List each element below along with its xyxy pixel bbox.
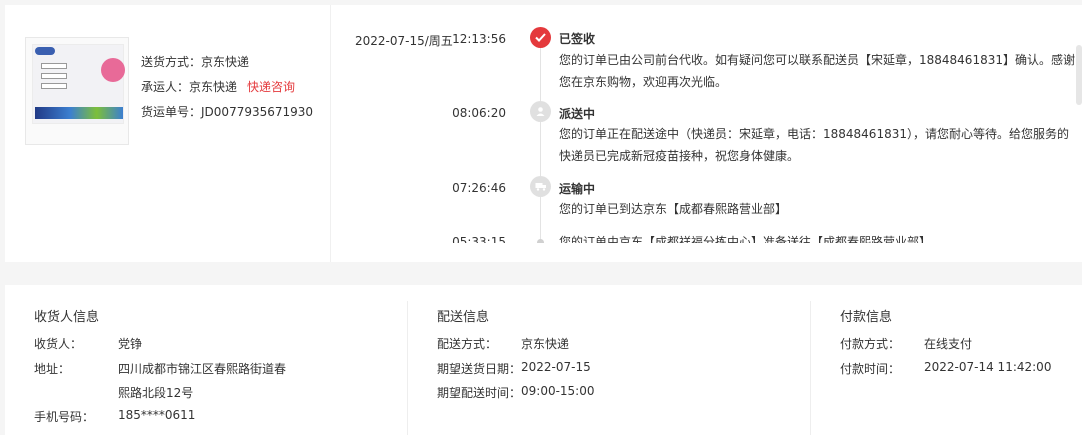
shipping-method-value: 京东快递: [201, 55, 250, 69]
payment-method-value: 在线支付: [924, 337, 973, 351]
delivery-title: 配送信息: [437, 310, 490, 325]
carrier-row: 承运人： 京东快递 快递咨询: [141, 75, 313, 100]
payment-time-value: 2022-07-14 11:42:00: [924, 360, 1052, 374]
delivery-method-row: 配送方式： 京东快递: [437, 335, 569, 352]
shipping-summary: 送货方式： 京东快递 承运人： 京东快递 快递咨询 货运单号： JD007793…: [141, 50, 313, 125]
product-package-image: [32, 44, 125, 124]
package-badge: [101, 58, 125, 82]
delivery-date-value: 2022-07-15: [521, 360, 591, 374]
courier-icon: [530, 101, 551, 122]
receiver-name-value: 党铮: [118, 337, 143, 351]
timeline-line: [540, 41, 541, 243]
event-title: 派送中: [559, 107, 596, 121]
receiver-address-line2: 熙路北段12号: [118, 386, 194, 400]
brand-logo: [35, 47, 55, 55]
carrier-value: 京东快递: [189, 80, 238, 94]
shipping-method-row: 送货方式： 京东快递: [141, 50, 313, 75]
receiver-address-line1: 四川成都市锦江区春熙路街道春: [118, 362, 287, 376]
event-description: 您的订单已到达京东【成都春熙路营业部】: [559, 202, 788, 216]
event-time: 08:06:20: [452, 106, 506, 120]
event-description: 您的订单已由公司前台代收。如有疑问您可以联系配送员【宋延章，1884846183…: [559, 53, 1075, 89]
payment-time-label: 付款时间：: [840, 362, 901, 376]
receiver-phone-row: 手机号码： 185****0611: [34, 408, 195, 425]
payment-method-row: 付款方式： 在线支付: [840, 335, 972, 352]
package-band: [35, 107, 123, 119]
event-time: 12:13:56: [452, 32, 506, 46]
package-label: [41, 73, 67, 79]
delivery-section: 配送信息 配送方式： 京东快递 期望送货日期： 2022-07-15 期望配送时…: [437, 285, 807, 435]
payment-section: 付款信息 付款方式： 在线支付 付款时间： 2022-07-14 11:42:0…: [840, 285, 1080, 435]
dot-icon: [537, 239, 544, 243]
event-description: 您的订单正在配送途中（快递员：宋延章，电话：18848461831），请您耐心等…: [559, 127, 1069, 163]
package-label: [41, 83, 67, 89]
truck-icon: [530, 176, 551, 197]
receiver-name-label: 收货人：: [34, 337, 83, 351]
tracking-row: 货运单号： JD0077935671930: [141, 100, 313, 125]
payment-time-row: 付款时间： 2022-07-14 11:42:00: [840, 360, 1051, 377]
receiver-title: 收货人信息: [34, 310, 100, 325]
event-title: 运输中: [559, 182, 596, 196]
receiver-address-row: 地址： 四川成都市锦江区春熙路街道春: [34, 360, 286, 377]
delivery-time-value: 09:00-15:00: [521, 384, 595, 398]
logistics-card: 送货方式： 京东快递 承运人： 京东快递 快递咨询 货运单号： JD007793…: [5, 5, 1082, 262]
product-thumbnail[interactable]: [25, 37, 129, 145]
delivery-method-label: 配送方式：: [437, 337, 498, 351]
delivery-date-label: 期望送货日期：: [437, 362, 522, 376]
section-divider: [330, 5, 331, 262]
delivery-date-row: 期望送货日期： 2022-07-15: [437, 360, 591, 377]
tracking-number: JD0077935671930: [201, 105, 314, 119]
tracking-label: 货运单号：: [141, 105, 202, 119]
event-description: 您的订单由京东【成都祥福分拣中心】准备送往【成都春熙路营业部】: [559, 235, 932, 243]
receiver-address-label: 地址：: [34, 362, 71, 376]
order-info-card: 收货人信息 收货人： 党铮 地址： 四川成都市锦江区春熙路街道春 熙路北段12号…: [5, 285, 1082, 435]
receiver-address-row-2: 熙路北段12号: [118, 384, 193, 401]
package-label: [41, 63, 67, 69]
event-time: 05:33:15: [452, 235, 506, 243]
receiver-section: 收货人信息 收货人： 党铮 地址： 四川成都市锦江区春熙路街道春 熙路北段12号…: [34, 285, 404, 435]
payment-method-label: 付款方式：: [840, 337, 901, 351]
tracking-timeline[interactable]: 2022-07-15/周五 12:13:56 已签收 您的订单已由公司前台代收。…: [335, 5, 1082, 243]
payment-title: 付款信息: [840, 310, 893, 325]
receiver-phone-label: 手机号码：: [34, 410, 95, 424]
timeline-scrollbar[interactable]: [1076, 45, 1082, 105]
carrier-label: 承运人：: [141, 80, 190, 94]
event-title: 已签收: [559, 32, 596, 46]
receiver-name-row: 收货人： 党铮: [34, 335, 142, 352]
delivery-time-label: 期望配送时间：: [437, 386, 522, 400]
delivery-method-value: 京东快递: [521, 337, 570, 351]
event-time: 07:26:46: [452, 181, 506, 195]
courier-consult-link[interactable]: 快递咨询: [247, 75, 295, 100]
shipping-method-label: 送货方式：: [141, 55, 202, 69]
delivery-time-row: 期望配送时间： 09:00-15:00: [437, 384, 595, 401]
column-divider: [407, 301, 408, 435]
check-icon: [530, 27, 551, 48]
receiver-phone-value: 185****0611: [118, 408, 196, 422]
column-divider: [810, 301, 811, 435]
